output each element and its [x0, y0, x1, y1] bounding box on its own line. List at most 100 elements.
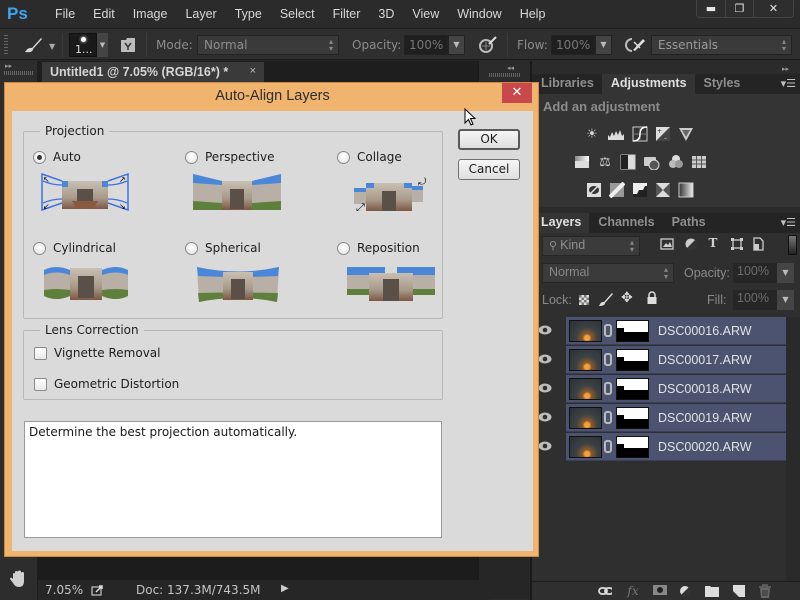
fill-dropdown[interactable]: ▼ — [777, 290, 794, 310]
menu-file[interactable]: File — [46, 7, 84, 21]
tools-grip[interactable] — [4, 71, 34, 75]
layer-row[interactable]: DSC00016.ARW — [532, 317, 800, 346]
visibility-eye-icon[interactable] — [538, 383, 552, 393]
airbrush-icon[interactable] — [624, 36, 646, 54]
vibrance-icon[interactable] — [678, 126, 694, 142]
label-cylindrical[interactable]: Cylindrical — [53, 241, 116, 255]
brush-preset-picker[interactable]: 1... — [69, 33, 97, 57]
tab-layers[interactable]: Layers — [532, 213, 590, 233]
label-auto[interactable]: Auto — [53, 150, 81, 164]
layer-row[interactable]: DSC00020.ARW — [532, 433, 800, 462]
color-lookup-icon[interactable] — [691, 154, 707, 170]
layer-filter-kind[interactable]: ⚲ Kind ▴ ▾ — [542, 236, 640, 256]
brush-panel-toggle-icon[interactable] — [120, 37, 137, 53]
layer-item[interactable]: DSC00018.ARW — [566, 375, 786, 403]
invert-icon[interactable] — [586, 182, 602, 198]
radio-perspective[interactable] — [185, 151, 198, 164]
layer-mask-thumbnail[interactable] — [616, 407, 649, 429]
color-balance-icon[interactable]: ⚖ — [597, 154, 613, 170]
new-group-icon[interactable] — [705, 584, 719, 598]
black-white-icon[interactable] — [620, 154, 636, 170]
pressure-opacity-icon[interactable] — [478, 36, 498, 54]
menu-layer[interactable]: Layer — [176, 7, 225, 21]
flow-dropdown[interactable]: ▼ — [595, 35, 612, 55]
opacity-input[interactable]: 100% — [404, 35, 448, 55]
add-mask-icon[interactable] — [653, 584, 667, 598]
smart-object-filter-icon[interactable] — [752, 237, 765, 251]
tab-styles[interactable]: Styles — [695, 74, 749, 94]
opacity-dropdown[interactable]: ▼ — [448, 35, 465, 55]
radio-reposition[interactable] — [337, 242, 350, 255]
mask-link-icon[interactable] — [604, 382, 612, 395]
geometric-distortion-label[interactable]: Geometric Distortion — [54, 377, 179, 391]
dialog-close-button[interactable]: ✕ — [502, 83, 532, 103]
exposure-icon[interactable]: +– — [655, 126, 671, 142]
delete-layer-icon[interactable] — [758, 584, 772, 598]
channel-mixer-icon[interactable] — [668, 154, 684, 170]
layer-item[interactable]: DSC00016.ARW — [566, 317, 786, 345]
lock-image-icon[interactable] — [598, 291, 614, 307]
lock-position-icon[interactable]: ✥ — [621, 290, 633, 306]
layer-row[interactable]: DSC00017.ARW — [532, 346, 800, 375]
geometric-distortion-checkbox[interactable] — [34, 378, 47, 391]
pixel-layer-filter-icon[interactable] — [660, 238, 674, 250]
threshold-icon[interactable] — [632, 182, 648, 198]
levels-icon[interactable] — [607, 126, 625, 142]
menu-window[interactable]: Window — [448, 7, 510, 21]
layer-item[interactable]: DSC00020.ARW — [566, 433, 786, 461]
brush-preset-dropdown[interactable]: ▼ — [97, 33, 108, 57]
fx-icon[interactable]: fx — [626, 584, 640, 598]
menu-type[interactable]: Type — [226, 7, 271, 21]
new-adjustment-layer-icon[interactable] — [679, 584, 693, 598]
fill-input[interactable]: 100% — [733, 290, 777, 310]
lock-all-icon[interactable] — [646, 291, 658, 305]
tool-preset-dropdown-icon[interactable]: ▼ — [49, 42, 55, 51]
zoom-level[interactable]: 7.05% — [45, 583, 83, 597]
label-spherical[interactable]: Spherical — [205, 241, 261, 255]
mask-link-icon[interactable] — [604, 440, 612, 453]
close-document-icon[interactable]: × — [250, 65, 256, 77]
hue-saturation-icon[interactable] — [574, 154, 590, 170]
flow-input[interactable]: 100% — [551, 35, 595, 55]
visibility-eye-icon[interactable] — [538, 441, 552, 451]
panels-grip[interactable] — [489, 73, 521, 77]
visibility-eye-icon[interactable] — [538, 354, 552, 364]
layer-item[interactable]: DSC00019.ARW — [566, 404, 786, 432]
layer-row[interactable]: DSC00019.ARW — [532, 404, 800, 433]
mask-link-icon[interactable] — [604, 411, 612, 424]
radio-cylindrical[interactable] — [33, 242, 46, 255]
radio-collage[interactable] — [337, 151, 350, 164]
menu-select[interactable]: Select — [271, 7, 324, 21]
tab-libraries[interactable]: Libraries — [532, 74, 602, 94]
new-layer-icon[interactable] — [732, 584, 746, 598]
document-tab[interactable]: Untitled1 @ 7.05% (RGB/16*) * × — [42, 62, 264, 83]
panel-menu-icon[interactable]: ▾☰ — [781, 77, 796, 90]
layer-opacity-input[interactable]: 100% — [733, 263, 777, 283]
label-collage[interactable]: Collage — [357, 150, 402, 164]
mask-link-icon[interactable] — [604, 353, 612, 366]
options-bar-grip[interactable] — [4, 35, 8, 55]
layer-mask-thumbnail[interactable] — [616, 349, 649, 371]
filter-toggle-switch[interactable] — [788, 235, 797, 255]
tab-channels[interactable]: Channels — [589, 213, 662, 233]
minimize-button[interactable]: ▬ — [697, 0, 725, 17]
collapse-dock-icon[interactable]: ▸▸ — [782, 65, 789, 73]
menu-image[interactable]: Image — [124, 7, 177, 21]
photo-filter-icon[interactable] — [643, 154, 661, 170]
menu-filter[interactable]: Filter — [324, 7, 370, 21]
mode-select[interactable]: Normal ▴ ▾ — [197, 35, 339, 55]
visibility-eye-icon[interactable] — [538, 325, 552, 335]
layer-opacity-dropdown[interactable]: ▼ — [777, 263, 794, 283]
tab-paths[interactable]: Paths — [663, 213, 714, 233]
layer-item[interactable]: DSC00017.ARW — [566, 346, 786, 374]
curves-icon[interactable] — [632, 126, 648, 142]
layer-mask-thumbnail[interactable] — [616, 436, 649, 458]
workspace-select[interactable]: Essentials ▴ ▾ — [651, 35, 792, 55]
menu-view[interactable]: View — [403, 7, 448, 21]
visibility-eye-icon[interactable] — [538, 412, 552, 422]
layer-mask-thumbnail[interactable] — [616, 378, 649, 400]
vignette-removal-label[interactable]: Vignette Removal — [54, 346, 161, 360]
menu-edit[interactable]: Edit — [84, 7, 124, 21]
link-layers-icon[interactable] — [598, 584, 612, 598]
gradient-map-icon[interactable] — [678, 182, 694, 198]
